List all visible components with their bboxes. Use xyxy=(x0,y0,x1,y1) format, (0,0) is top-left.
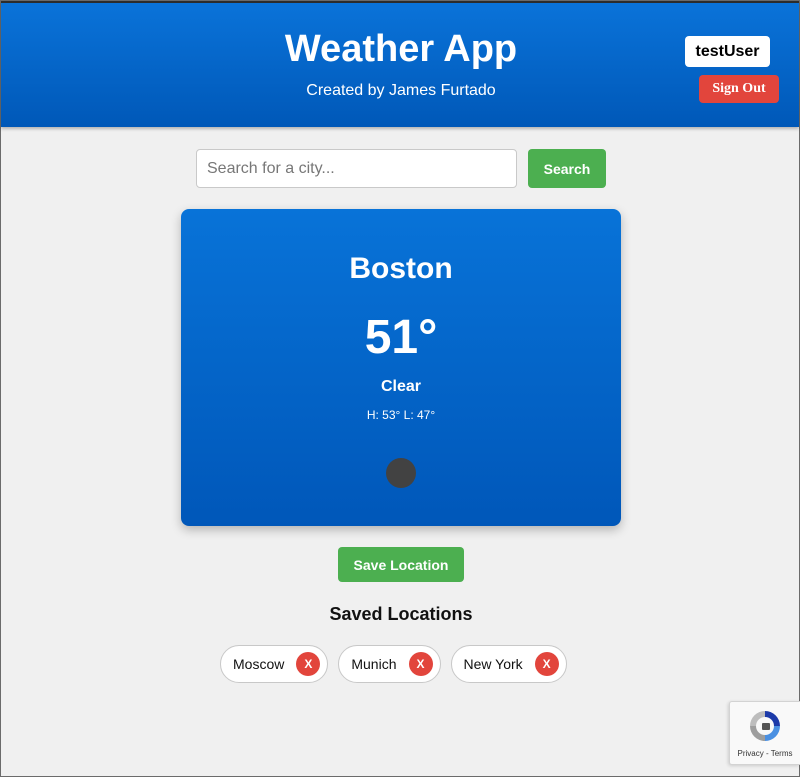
saved-location-chip[interactable]: Munich X xyxy=(338,645,441,683)
app-title: Weather App xyxy=(284,28,518,70)
weather-condition: Clear xyxy=(380,378,422,395)
saved-locations-list: Moscow X Munich X New York X xyxy=(220,645,567,683)
remove-location-button[interactable]: X xyxy=(534,652,559,676)
search-button[interactable]: Search xyxy=(528,149,606,188)
username-badge: testUser xyxy=(685,36,770,67)
sign-out-button[interactable]: Sign Out xyxy=(699,75,779,103)
high-low-temperature: H: 53° L: 47° xyxy=(366,408,436,422)
app-subtitle: Created by James Furtado xyxy=(306,82,496,99)
saved-location-name[interactable]: Moscow xyxy=(233,656,284,672)
saved-location-chip[interactable]: New York X xyxy=(450,645,567,683)
recaptcha-badge[interactable]: Privacy - Terms xyxy=(729,701,800,765)
temperature: 51° xyxy=(364,311,438,364)
weather-condition-icon xyxy=(386,458,416,488)
save-location-button[interactable]: Save Location xyxy=(338,547,464,582)
city-search-input[interactable] xyxy=(196,149,517,188)
weather-card: Boston 51° Clear H: 53° L: 47° xyxy=(181,209,621,526)
remove-location-button[interactable]: X xyxy=(408,652,433,676)
remove-location-button[interactable]: X xyxy=(296,652,321,676)
saved-location-chip[interactable]: Moscow X xyxy=(220,645,329,683)
saved-location-name[interactable]: Munich xyxy=(351,656,396,672)
recaptcha-icon xyxy=(750,711,780,741)
saved-locations-heading: Saved Locations xyxy=(329,604,473,624)
saved-location-name[interactable]: New York xyxy=(464,656,523,672)
city-name: Boston xyxy=(349,252,453,285)
recaptcha-links[interactable]: Privacy - Terms xyxy=(730,749,800,759)
app-header: Weather App Created by James Furtado tes… xyxy=(1,1,799,127)
